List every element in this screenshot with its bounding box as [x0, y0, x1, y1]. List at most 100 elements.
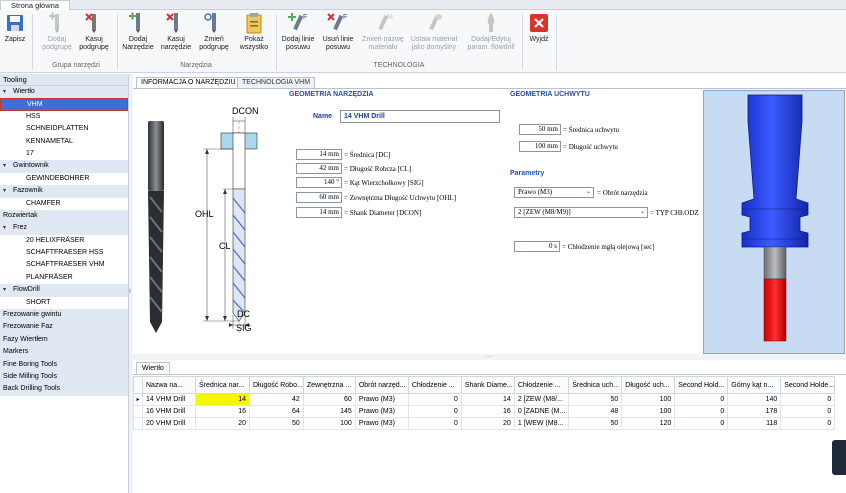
tree-group[interactable]: ▾ Wiertło — [0, 86, 128, 99]
add-subgroup-button[interactable]: Dodaj podgrupę — [38, 12, 76, 64]
table-cell[interactable]: 1 [WEW (M8... — [513, 417, 570, 430]
tree-item[interactable]: KENNAMETAL — [0, 136, 128, 148]
table-cell[interactable]: 14 VHM Drill — [142, 393, 196, 406]
table-cell[interactable]: 20 — [460, 417, 515, 430]
chevron-down-icon[interactable]: ▾ — [3, 284, 6, 296]
tree-group[interactable]: Rozwiertak — [0, 209, 128, 223]
table-cell[interactable]: 60 — [302, 393, 356, 406]
column-header[interactable]: Długość Robo... — [249, 376, 304, 394]
side-handle[interactable] — [832, 440, 846, 475]
table-cell[interactable]: 0 — [674, 393, 729, 406]
geometry-field-input[interactable]: 14 mm — [296, 149, 342, 160]
column-header[interactable]: Średnica uch... — [568, 376, 623, 394]
geometry-field-input[interactable]: 42 mm — [296, 163, 342, 174]
rotation-select[interactable]: Prawo (M3) ⌄ — [514, 187, 594, 198]
table-cell[interactable]: 0 — [780, 417, 836, 430]
delete-subgroup-button[interactable]: Kasuj podgrupę — [76, 12, 112, 64]
add-offset-line-button[interactable]: F Dodaj linie posuwu — [280, 12, 316, 64]
tree-item[interactable]: SCHAFTFRAESER VHM — [0, 259, 128, 271]
table-cell[interactable]: Prawo (M3) — [354, 393, 409, 406]
column-header[interactable]: Second Hold... — [674, 376, 729, 394]
mist-cooling-input[interactable]: 0 s — [514, 241, 560, 252]
tree-group[interactable]: ▾ Frez — [0, 222, 128, 235]
change-subgroup-button[interactable]: Zmień podgrupę — [196, 12, 232, 64]
table-cell[interactable]: 50 — [568, 417, 623, 430]
table-cell[interactable]: 120 — [621, 417, 676, 430]
tree-group[interactable]: Markers — [0, 346, 128, 359]
table-cell[interactable]: 64 — [249, 405, 304, 418]
delete-tool-button[interactable]: Kasuj narzędzie — [158, 12, 194, 64]
table-cell[interactable]: 100 — [621, 393, 676, 406]
tree-group[interactable]: ▾ Fazownik — [0, 185, 128, 198]
add-tool-button[interactable]: Dodaj Narzędzie — [120, 12, 156, 64]
tab-wiertlo-grid[interactable]: Wiertło — [136, 362, 170, 374]
geometry-field-input[interactable]: 14 mm — [296, 207, 342, 218]
table-cell[interactable]: 178 — [727, 405, 782, 418]
tree-item[interactable]: GEWINDEBOHRER — [0, 173, 128, 185]
tree-group[interactable]: Side Milling Tools — [0, 370, 128, 384]
tab-technology-vhm[interactable]: TECHNOLOGIA VHM — [237, 77, 316, 88]
tree-item[interactable]: 17 — [0, 148, 128, 160]
column-header[interactable]: Nazwa na... — [142, 376, 196, 394]
save-button[interactable]: Zapisz — [2, 12, 28, 64]
table-cell[interactable]: 0 — [407, 405, 462, 418]
table-cell[interactable]: 50 — [568, 393, 623, 406]
table-cell[interactable]: 20 VHM Drill — [142, 417, 196, 430]
set-default-material-button[interactable]: Ustaw materiał jako domyślny — [408, 12, 460, 64]
table-cell[interactable]: 0 — [780, 393, 836, 406]
table-cell[interactable]: Prawo (M3) — [354, 405, 409, 418]
table-cell[interactable]: 2 [ZEW (M8/... — [513, 393, 570, 406]
table-cell[interactable]: 20 — [195, 417, 250, 430]
holder-diameter-input[interactable]: 50 mm — [519, 124, 561, 135]
geometry-field-input[interactable]: 60 mm — [296, 192, 342, 203]
table-cell[interactable]: 16 VHM Drill — [142, 405, 196, 418]
table-row[interactable]: 16 VHM Drill 16 64 145 Prawo (M3) 0 16 0 [ZADNE… — [133, 405, 836, 418]
table-cell[interactable]: Prawo (M3) — [354, 417, 409, 430]
table-cell[interactable]: 0 — [780, 405, 836, 418]
table-cell[interactable]: 14 — [195, 393, 250, 406]
table-cell[interactable]: 118 — [727, 417, 782, 430]
tree-group[interactable]: Frezowanie Faz — [0, 321, 128, 334]
column-header[interactable]: Obrót narzęd... — [354, 376, 409, 394]
tree-group[interactable]: ▾ Gwintownik — [0, 160, 128, 173]
column-header[interactable]: Średnica nar... — [195, 376, 250, 394]
chevron-down-icon[interactable]: ▾ — [3, 185, 6, 197]
tree-group[interactable]: Frezowanie gwintu — [0, 309, 128, 322]
tree-group[interactable]: ▾ FlowDrill — [0, 284, 128, 297]
tree-item[interactable]: VHM — [0, 98, 128, 111]
table-row[interactable]: ▸ 14 VHM Drill 14 42 60 Prawo (M3) 0 14 2 [ZEW (… — [133, 393, 836, 406]
table-cell[interactable]: 100 — [302, 417, 356, 430]
tree-group[interactable]: Back Drilling Tools — [0, 383, 128, 396]
change-material-name-button[interactable]: M Zmień nazwę materiału — [360, 12, 406, 64]
table-cell[interactable]: 16 — [195, 405, 250, 418]
show-all-button[interactable]: Pokaż wszystko — [236, 12, 272, 64]
chevron-down-icon[interactable]: ▾ — [3, 222, 6, 234]
tree-item[interactable]: SHORT — [0, 297, 128, 309]
column-header[interactable]: Górny kąt n... — [727, 376, 782, 394]
tree-item[interactable]: CHAMFER — [0, 198, 128, 210]
column-header[interactable]: Długość uch... — [621, 376, 676, 394]
tree-group[interactable]: Fine Boring Tools — [0, 358, 128, 371]
exit-button[interactable]: Wyjdź — [524, 12, 554, 64]
table-cell[interactable]: 0 — [674, 417, 729, 430]
table-cell[interactable]: 42 — [249, 393, 304, 406]
table-cell[interactable]: 0 [ZADNE (M... — [513, 405, 570, 418]
column-header[interactable]: Zewnętrzna ... — [302, 376, 356, 394]
tree-item[interactable]: HSS — [0, 111, 128, 123]
table-cell[interactable]: 0 — [674, 405, 729, 418]
holder-length-input[interactable]: 100 mm — [519, 141, 561, 152]
table-cell[interactable]: 100 — [621, 405, 676, 418]
column-header[interactable]: Second Holde... — [780, 376, 836, 394]
table-cell[interactable]: 50 — [249, 417, 304, 430]
tab-tool-info[interactable]: INFORMACJA O NARZĘDZIU — [136, 77, 241, 88]
tool-name-input[interactable]: 14 VHM Drill — [340, 110, 500, 123]
table-cell[interactable]: 0 — [407, 393, 462, 406]
tree-item[interactable]: SCHAFTFRAESER HSS — [0, 247, 128, 259]
add-edit-flowdrill-button[interactable]: Dodaj/Edytuj param. flowdrill — [464, 12, 518, 64]
table-cell[interactable]: 48 — [568, 405, 623, 418]
tree-item[interactable]: 20 HELIXFRÄSER — [0, 235, 128, 247]
table-row[interactable]: 20 VHM Drill 20 50 100 Prawo (M3) 0 20 1 [WEW (… — [133, 417, 836, 430]
table-cell[interactable]: 14 — [460, 393, 515, 406]
geometry-field-input[interactable]: 140 ° — [296, 177, 342, 188]
table-cell[interactable]: 0 — [407, 417, 462, 430]
